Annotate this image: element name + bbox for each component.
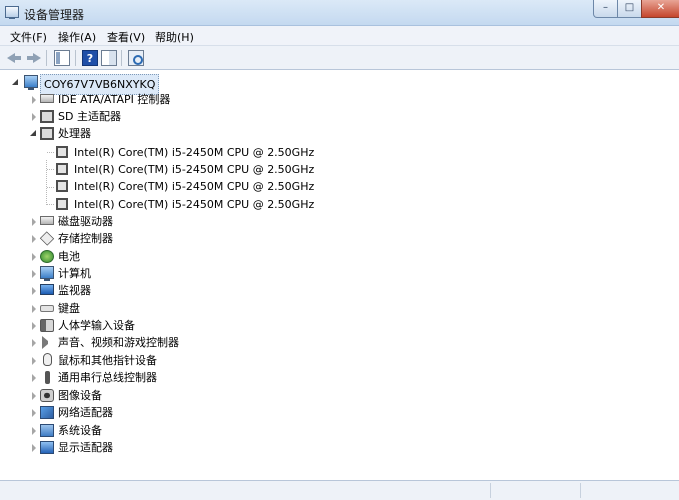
battery-icon: [40, 250, 54, 263]
minimize-button[interactable]: –: [593, 0, 618, 18]
processor-icon: [56, 198, 68, 210]
expand-arrow-icon[interactable]: [30, 339, 38, 347]
category-label: 图像设备: [58, 389, 102, 402]
disk-drive-icon: [40, 216, 54, 225]
toolbar-separator: [75, 50, 76, 66]
category-label: 声音、视频和游戏控制器: [58, 336, 179, 349]
category-label: 系统设备: [58, 424, 102, 437]
category-label: 通用串行总线控制器: [58, 371, 157, 384]
camera-icon: [40, 389, 54, 402]
status-cell: [580, 483, 679, 498]
help-icon[interactable]: ?: [82, 50, 98, 66]
expand-arrow-icon[interactable]: [30, 305, 38, 313]
expand-arrow-icon[interactable]: [30, 253, 38, 261]
category-label: 鼠标和其他指针设备: [58, 354, 157, 367]
category-label: 磁盘驱动器: [58, 215, 113, 228]
category-label: IDE ATA/ATAPI 控制器: [58, 93, 171, 106]
expand-arrow-icon[interactable]: [30, 218, 38, 226]
menu-action[interactable]: 操作(A): [58, 29, 96, 45]
keyboard-icon: [40, 305, 54, 312]
computer-icon: [24, 75, 38, 90]
category-label: 人体学输入设备: [58, 319, 135, 332]
status-bar: [0, 480, 679, 500]
cpu-label: Intel(R) Core(TM) i5-2450M CPU @ 2.50GHz: [74, 146, 315, 159]
menu-bar: 文件(F) 操作(A) 查看(V) 帮助(H): [0, 26, 679, 46]
close-button[interactable]: ✕: [641, 0, 679, 18]
computer-icon: [40, 266, 54, 281]
category-label: 电池: [58, 250, 80, 263]
device-manager-icon: [5, 6, 19, 19]
expand-arrow-icon[interactable]: [30, 270, 38, 278]
window-title: 设备管理器: [24, 8, 85, 22]
processor-icon: [56, 163, 68, 175]
expand-arrow-icon[interactable]: [30, 287, 38, 295]
collapse-arrow-icon[interactable]: [12, 78, 20, 86]
display-adapter-icon: [40, 441, 54, 454]
status-cell: [490, 483, 580, 498]
category-label: 键盘: [58, 302, 80, 315]
hid-icon: [40, 319, 54, 332]
collapse-arrow-icon[interactable]: [30, 129, 38, 137]
toolbar-separator: [46, 50, 47, 66]
usb-icon: [45, 371, 50, 384]
menu-help[interactable]: 帮助(H): [155, 29, 194, 45]
expand-arrow-icon[interactable]: [30, 444, 38, 452]
expand-arrow-icon[interactable]: [30, 235, 38, 243]
expand-arrow-icon[interactable]: [30, 427, 38, 435]
title-bar: 设备管理器 – □ ✕: [0, 0, 679, 26]
back-icon[interactable]: [6, 50, 22, 66]
cpu-label: Intel(R) Core(TM) i5-2450M CPU @ 2.50GHz: [74, 180, 315, 193]
sd-host-icon: [40, 110, 54, 123]
menu-file[interactable]: 文件(F): [10, 29, 47, 45]
properties-pane-icon[interactable]: [54, 50, 70, 66]
maximize-button[interactable]: □: [617, 0, 642, 18]
category-label: 显示适配器: [58, 441, 113, 454]
expand-arrow-icon[interactable]: [30, 96, 38, 104]
category-label: 网络适配器: [58, 406, 113, 419]
toolbar: ?: [0, 46, 679, 70]
monitor-icon: [40, 284, 54, 295]
expand-arrow-icon[interactable]: [30, 113, 38, 121]
sound-icon: [42, 336, 54, 349]
category-label: 监视器: [58, 284, 91, 297]
cpu-label: Intel(R) Core(TM) i5-2450M CPU @ 2.50GHz: [74, 163, 315, 176]
expand-arrow-icon[interactable]: [30, 392, 38, 400]
forward-icon[interactable]: [26, 50, 42, 66]
ide-controller-icon: [40, 94, 54, 103]
category-label: 处理器: [58, 127, 91, 140]
expand-arrow-icon[interactable]: [30, 374, 38, 382]
processor-icon: [56, 180, 68, 192]
expand-arrow-icon[interactable]: [30, 409, 38, 417]
mouse-icon: [43, 353, 52, 366]
view-grid-icon[interactable]: [101, 50, 117, 66]
system-device-icon: [40, 424, 54, 437]
processor-icon: [56, 146, 68, 158]
expand-arrow-icon[interactable]: [30, 357, 38, 365]
scan-hardware-icon[interactable]: [128, 50, 144, 66]
category-label: 计算机: [58, 267, 91, 280]
menu-view[interactable]: 查看(V): [107, 29, 145, 45]
category-label: 存储控制器: [58, 232, 113, 245]
processor-icon: [40, 127, 54, 140]
network-adapter-icon: [40, 406, 54, 419]
category-label: SD 主适配器: [58, 110, 121, 123]
cpu-label: Intel(R) Core(TM) i5-2450M CPU @ 2.50GHz: [74, 198, 315, 211]
toolbar-separator: [121, 50, 122, 66]
expand-arrow-icon[interactable]: [30, 322, 38, 330]
